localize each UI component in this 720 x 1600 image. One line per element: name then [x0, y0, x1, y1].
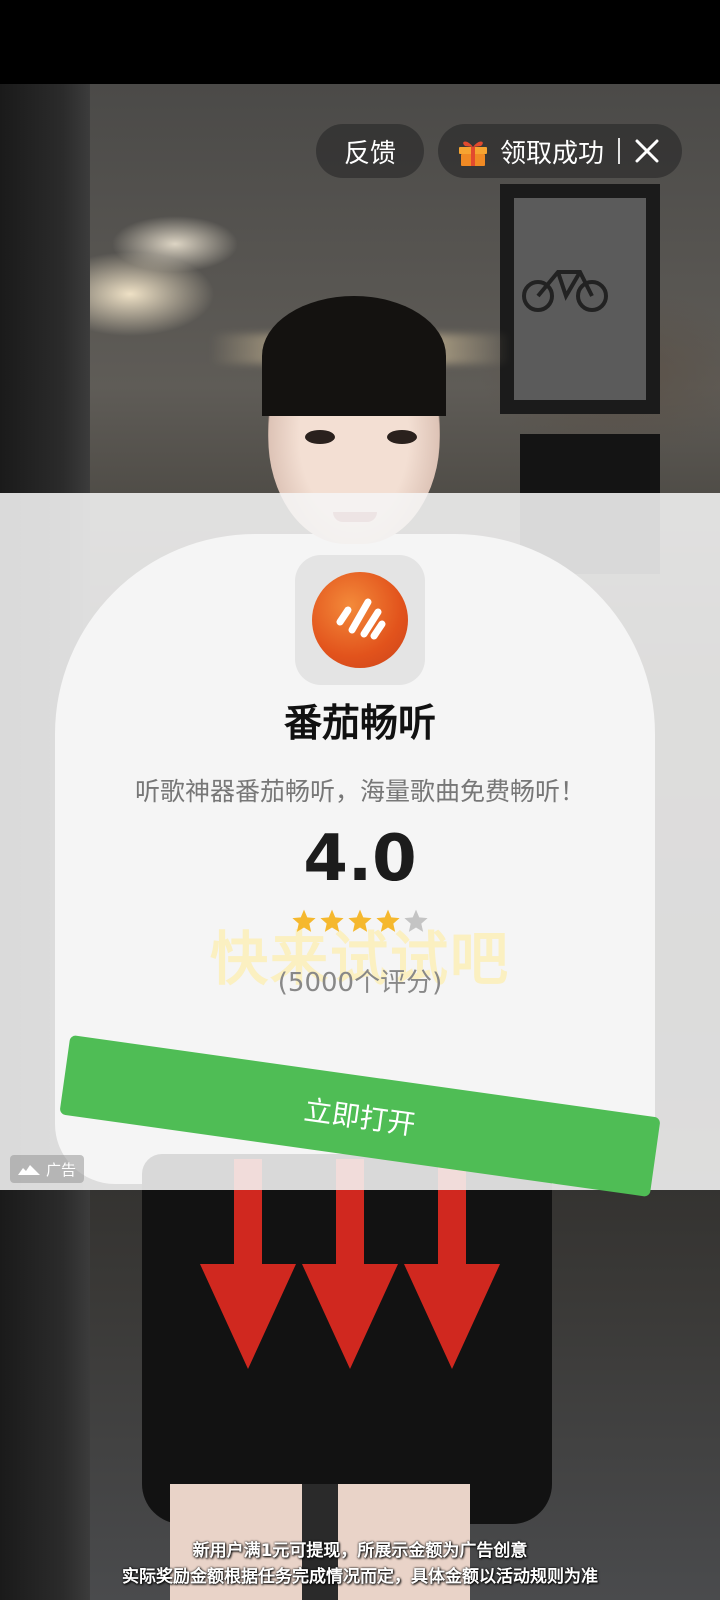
star-empty-icon — [404, 909, 428, 932]
ad-badge: 广告 — [10, 1155, 85, 1183]
close-icon[interactable] — [632, 136, 662, 166]
bicycle-decor-icon — [522, 270, 608, 312]
status-bar — [0, 0, 720, 84]
down-arrows-icon — [200, 1159, 500, 1369]
reward-disclaimer: 新用户满1元可提现，所展示金额为广告创意 实际奖励金额根据任务完成情况而定，具体… — [0, 1538, 720, 1590]
feedback-label: 反馈 — [343, 138, 396, 169]
ad-badge-label: 广告 — [46, 1160, 77, 1179]
top-controls: 反馈 领取成功 — [315, 124, 682, 178]
app-name: 番茄畅听 — [283, 701, 436, 745]
presenter-eye — [305, 430, 335, 444]
disclaimer-line: 新用户满1元可提现，所展示金额为广告创意 — [192, 1541, 528, 1561]
app-icon[interactable] — [295, 555, 425, 685]
disclaimer-line: 实际奖励金额根据任务完成情况而定，具体金额以活动规则为准 — [122, 1567, 598, 1587]
open-app-label: 立即打开 — [302, 1093, 418, 1142]
presenter-eye — [387, 430, 417, 444]
rating-count: (5000个评分) — [277, 968, 443, 998]
star-filled-icon — [320, 909, 344, 932]
reward-status-pill: 领取成功 — [437, 124, 682, 178]
gift-icon — [458, 141, 487, 166]
reward-label: 领取成功 — [499, 138, 604, 169]
divider — [618, 138, 620, 164]
ad-network-icon — [18, 1165, 40, 1175]
presenter-hair — [262, 296, 446, 416]
feedback-button[interactable]: 反馈 — [315, 124, 424, 178]
star-filled-icon — [348, 909, 372, 932]
rating-stars — [0, 908, 720, 934]
sound-wave-icon — [336, 598, 386, 640]
app-logo-icon — [312, 572, 408, 668]
star-filled-icon — [376, 909, 400, 932]
star-filled-icon — [292, 909, 316, 932]
app-description: 听歌神器番茄畅听，海量歌曲免费畅听！ — [134, 777, 585, 806]
rating-value: 4.0 — [303, 822, 417, 896]
